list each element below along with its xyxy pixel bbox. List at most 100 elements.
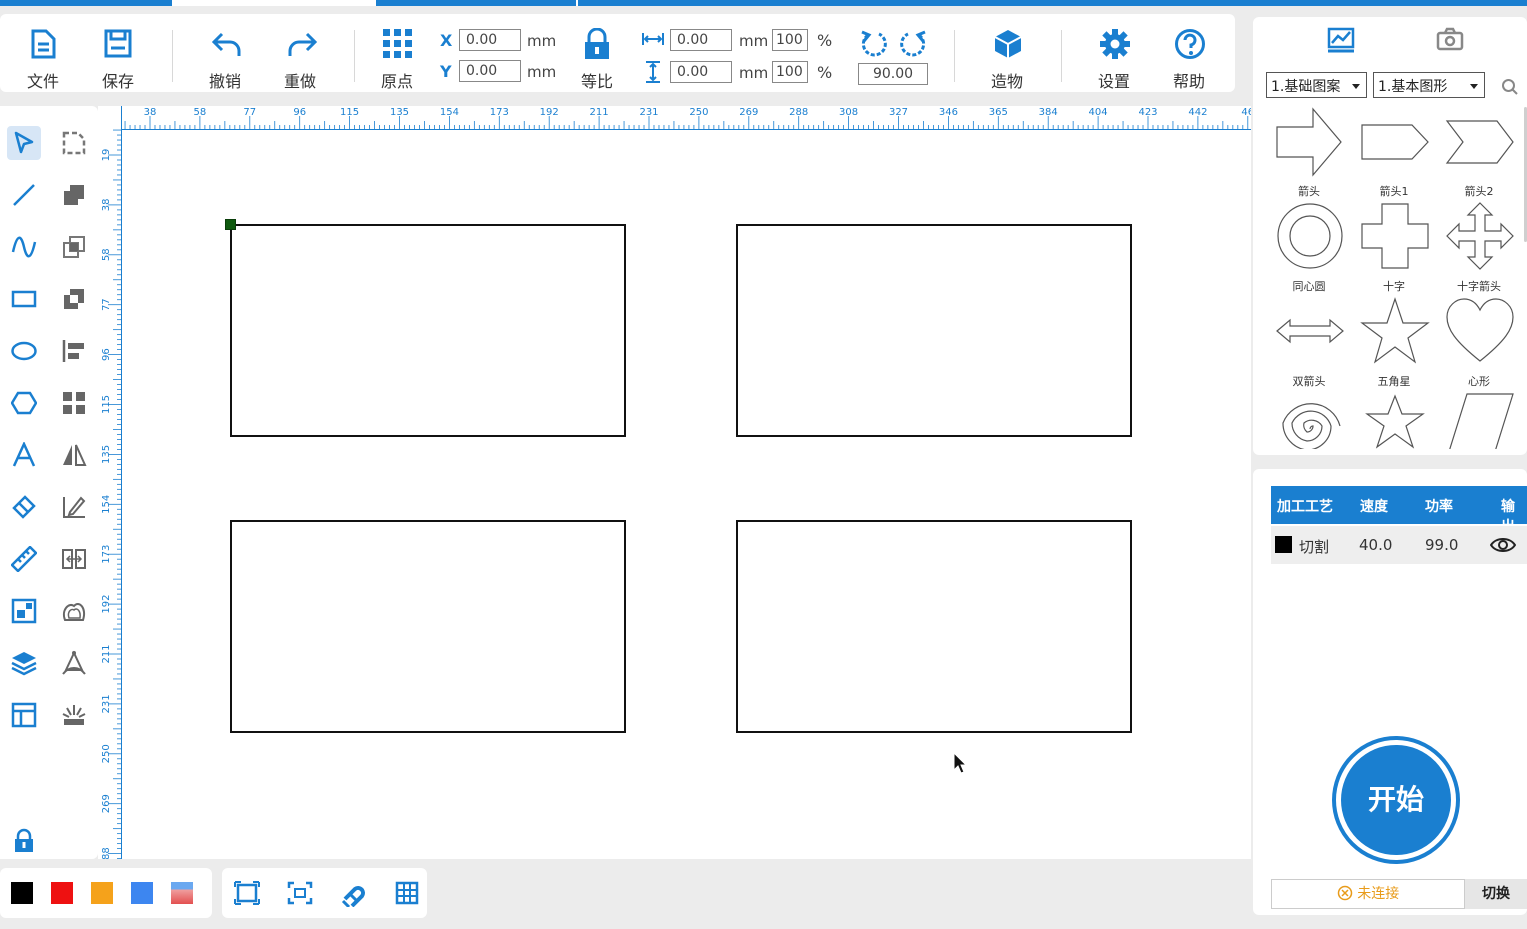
- qr-code-tool[interactable]: [7, 594, 41, 628]
- qr-code-icon: [11, 598, 37, 624]
- layers-tool[interactable]: [7, 646, 41, 680]
- rectangle-shape[interactable]: [230, 224, 626, 437]
- connection-status: 未连接: [1271, 879, 1465, 909]
- ruler-tick-label: 96: [293, 107, 306, 118]
- help-button[interactable]: 帮助: [1159, 14, 1219, 92]
- arrow-shape-icon: [1276, 107, 1342, 177]
- edit-path-tool[interactable]: [57, 490, 91, 524]
- shape-concentric-circle[interactable]: 同心圆: [1267, 202, 1351, 297]
- rectangle-shape[interactable]: [736, 224, 1132, 437]
- start-button[interactable]: 开始: [1332, 736, 1460, 864]
- rectangle-tool[interactable]: [7, 282, 41, 316]
- shape-heart[interactable]: 心形: [1437, 297, 1521, 392]
- file-button[interactable]: 文件: [13, 14, 73, 92]
- ruler-tick-label: 346: [939, 107, 958, 118]
- height-percent-input[interactable]: [772, 61, 808, 83]
- color-swatch-gradient[interactable]: [171, 882, 193, 904]
- canvas-lock-button[interactable]: [7, 824, 41, 858]
- magnet-snap-icon[interactable]: [340, 879, 368, 907]
- shape-cross-arrow[interactable]: 十字箭头: [1437, 202, 1521, 297]
- build-label: 造物: [990, 72, 1023, 91]
- process-power[interactable]: 99.0: [1425, 536, 1458, 554]
- process-speed[interactable]: 40.0: [1359, 536, 1392, 554]
- eye-icon[interactable]: [1490, 536, 1516, 554]
- build-button[interactable]: 造物: [977, 14, 1037, 92]
- camera-icon[interactable]: [1436, 27, 1464, 51]
- shape-star[interactable]: 五角星: [1352, 297, 1436, 392]
- category-select[interactable]: 1.基础图案: [1266, 72, 1367, 98]
- disconnected-icon: [1337, 885, 1353, 901]
- rectangle-shape[interactable]: [736, 520, 1132, 733]
- y-position-input[interactable]: [459, 60, 521, 82]
- search-icon[interactable]: [1501, 78, 1519, 96]
- rotate-right-icon[interactable]: [898, 29, 928, 59]
- design-canvas[interactable]: 38 58 77 96 115 135 154 173 192 211 231 250 269 288 30…: [98, 106, 1251, 859]
- color-swatch-blue[interactable]: [131, 882, 153, 904]
- union-tool[interactable]: [57, 178, 91, 212]
- width-input[interactable]: [670, 29, 732, 51]
- align-tool[interactable]: [57, 334, 91, 368]
- shape-arrow-1[interactable]: 箭头1: [1352, 107, 1436, 202]
- bezier-pen-icon: [62, 650, 86, 675]
- subcategory-select[interactable]: 1.基本图形: [1373, 72, 1485, 98]
- line-tool[interactable]: [7, 178, 41, 212]
- offset-tool[interactable]: [57, 594, 91, 628]
- switch-label: 切换: [1482, 886, 1510, 902]
- origin-button[interactable]: 原点: [367, 14, 427, 92]
- undo-button[interactable]: 撤销: [195, 14, 255, 92]
- color-swatch-black[interactable]: [11, 882, 33, 904]
- x-position-input[interactable]: [459, 29, 521, 51]
- image-library-tab-icon[interactable]: [1326, 26, 1356, 54]
- ruler-tick-label: 173: [101, 545, 112, 564]
- header-power: 功率: [1425, 499, 1453, 515]
- curve-tool[interactable]: [7, 230, 41, 264]
- process-row[interactable]: 切割 40.0 99.0: [1271, 526, 1527, 564]
- distribute-tool[interactable]: [57, 542, 91, 576]
- lock-ratio-button[interactable]: 等比: [567, 14, 627, 92]
- select-tool[interactable]: [7, 126, 41, 160]
- array-tool[interactable]: [57, 386, 91, 420]
- ellipse-tool[interactable]: [7, 334, 41, 368]
- grid-icon[interactable]: [395, 881, 419, 905]
- height-input[interactable]: [670, 61, 732, 83]
- measure-tool[interactable]: [7, 542, 41, 576]
- polygon-tool[interactable]: [7, 386, 41, 420]
- mirror-tool[interactable]: [57, 438, 91, 472]
- fit-selection-icon[interactable]: [287, 881, 313, 905]
- subtract-tool[interactable]: [57, 282, 91, 316]
- rectangle-shape[interactable]: [230, 520, 626, 733]
- text-tool[interactable]: [7, 438, 41, 472]
- node-edit-tool[interactable]: [57, 126, 91, 160]
- selection-handle[interactable]: [225, 219, 236, 230]
- color-swatch-orange[interactable]: [91, 882, 113, 904]
- shape-arrow[interactable]: 箭头: [1267, 107, 1351, 202]
- rotate-angle-input[interactable]: [858, 63, 928, 85]
- rotate-left-icon[interactable]: [859, 29, 889, 59]
- left-tool-panel: [0, 106, 98, 859]
- color-swatch-red[interactable]: [51, 882, 73, 904]
- fit-canvas-icon[interactable]: [234, 881, 260, 905]
- width-percent-input[interactable]: [772, 29, 808, 51]
- star-outline-shape-icon[interactable]: [1360, 392, 1430, 449]
- layout-icon: [11, 702, 37, 728]
- offset-icon: [63, 602, 85, 621]
- layer-color-swatch[interactable]: [1275, 536, 1292, 553]
- redo-button[interactable]: 重做: [270, 14, 330, 92]
- settings-button[interactable]: 设置: [1084, 14, 1144, 92]
- switch-button[interactable]: 切换: [1465, 879, 1527, 909]
- eraser-tool[interactable]: [7, 490, 41, 524]
- spiral-shape-icon[interactable]: [1275, 392, 1345, 449]
- layout-tool[interactable]: [7, 698, 41, 732]
- laser-tool[interactable]: [57, 698, 91, 732]
- parallelogram-shape-icon[interactable]: [1445, 392, 1515, 449]
- bezier-pen-tool[interactable]: [57, 646, 91, 680]
- intersect-tool[interactable]: [57, 230, 91, 264]
- save-button[interactable]: 保存: [88, 14, 148, 92]
- shape-cross[interactable]: 十字: [1352, 202, 1436, 297]
- shape-double-arrow[interactable]: 双箭头: [1267, 297, 1351, 392]
- redo-label: 重做: [283, 72, 316, 91]
- shape-arrow-2[interactable]: 箭头2: [1437, 107, 1521, 202]
- eraser-icon: [12, 495, 36, 519]
- progress-segment-1: [0, 0, 172, 6]
- shape-label: 五角星: [1377, 375, 1411, 388]
